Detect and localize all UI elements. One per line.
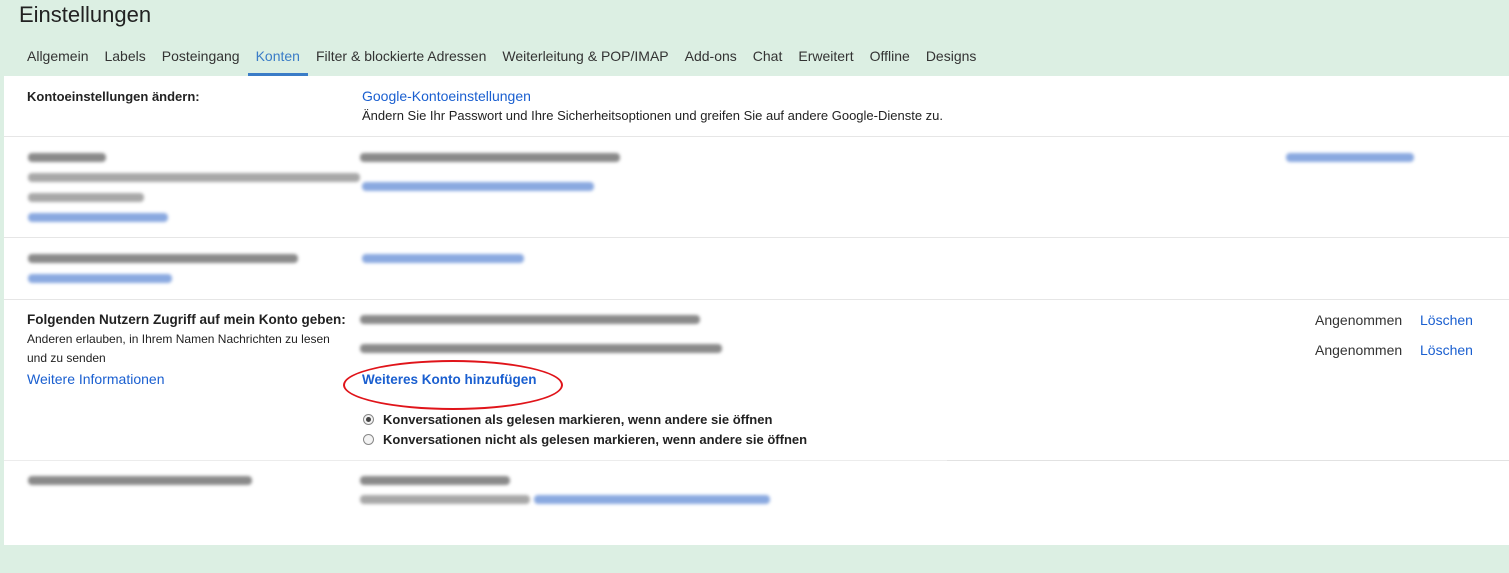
check-mail-label-blurred [28,254,298,263]
tab-labels[interactable]: Labels [96,37,153,76]
row-account-settings: Kontoeinstellungen ändern: Google-Kontoe… [4,76,1509,137]
highlight-ellipse [343,360,563,410]
delegation-label: Folgenden Nutzern Zugriff auf mein Konto… [27,312,346,327]
storage-usage-blurred [360,476,510,485]
settings-tabs: Allgemein Labels Posteingang Konten Filt… [0,37,1509,76]
tab-offline[interactable]: Offline [862,37,918,76]
delegate-1-delete-link[interactable]: Löschen [1420,312,1473,328]
mark-unread-label: Konversationen nicht als gelesen markier… [383,432,808,447]
mark-read-option[interactable]: Konversationen als gelesen markieren, we… [363,412,772,427]
delegate-2-status: Angenommen [1315,342,1403,358]
row-delegation: Folgenden Nutzern Zugriff auf mein Konto… [4,300,1509,461]
google-account-settings-link[interactable]: Google-Kontoeinstellungen [362,88,531,104]
storage-label-blurred [28,476,252,485]
send-as-edit-blurred[interactable] [1286,153,1414,162]
mark-unread-option[interactable]: Konversationen nicht als gelesen markier… [363,432,807,447]
account-settings-label: Kontoeinstellungen ändern: [27,89,200,104]
send-as-address-blurred [360,153,620,162]
tab-posteingang[interactable]: Posteingang [154,37,248,76]
tab-allgemein[interactable]: Allgemein [19,37,96,76]
account-settings-description: Ändern Sie Ihr Passwort und Ihre Sicherh… [362,108,944,123]
send-as-more-info-blurred[interactable] [28,213,168,222]
send-as-desc-blurred [28,173,360,182]
row-storage [4,461,1509,545]
storage-upgrade-link-blurred[interactable] [534,495,770,504]
radio-unchecked-icon[interactable] [363,434,374,445]
delegation-desc-2: und zu senden [27,351,106,365]
check-mail-more-info-blurred[interactable] [28,274,172,283]
mark-read-label: Konversationen als gelesen markieren, we… [383,412,773,427]
tab-erweitert[interactable]: Erweitert [790,37,861,76]
send-as-add-address-blurred[interactable] [362,182,594,191]
tab-filter[interactable]: Filter & blockierte Adressen [308,37,494,76]
storage-note-blurred [360,495,530,504]
delegation-more-info-link[interactable]: Weitere Informationen [27,371,164,387]
tab-designs[interactable]: Designs [918,37,985,76]
send-as-label-blurred [28,153,106,162]
delegation-desc-1: Anderen erlauben, in Ihrem Namen Nachric… [27,332,330,346]
send-as-desc-blurred [28,193,144,202]
row-send-as [4,137,1509,238]
tab-konten[interactable]: Konten [247,37,309,76]
settings-panel: Kontoeinstellungen ändern: Google-Kontoe… [4,76,1509,545]
tab-add-ons[interactable]: Add-ons [677,37,745,76]
title-bar: Einstellungen [0,0,1509,37]
tab-weiterleitung[interactable]: Weiterleitung & POP/IMAP [494,37,676,76]
delegate-2-delete-link[interactable]: Löschen [1420,342,1473,358]
delegate-2-address-blurred [360,344,722,353]
delegate-1-status: Angenommen [1315,312,1403,328]
row-check-mail [4,238,1509,300]
check-mail-add-blurred[interactable] [362,254,524,263]
tab-chat[interactable]: Chat [745,37,791,76]
delegate-1-address-blurred [360,315,700,324]
page-title: Einstellungen [19,2,152,27]
radio-checked-icon[interactable] [363,414,374,425]
